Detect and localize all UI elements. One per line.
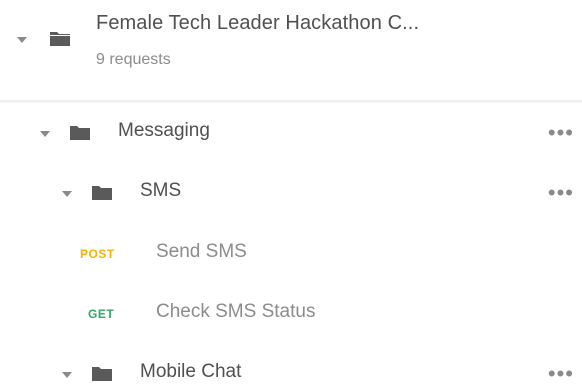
collection-title: Female Tech Leader Hackathon C... [96, 12, 420, 34]
chevron-down-icon[interactable] [17, 37, 27, 43]
folder-row-sms[interactable]: SMS ••• [0, 163, 582, 223]
collection-request-count: 9 requests [96, 51, 171, 68]
request-label: Check SMS Status [156, 301, 316, 322]
more-options-icon[interactable]: ••• [548, 182, 574, 204]
folder-label: Mobile Chat [140, 361, 242, 382]
chevron-down-icon[interactable] [62, 191, 72, 197]
folder-row-messaging[interactable]: Messaging ••• [0, 103, 582, 163]
folder-icon [70, 125, 90, 140]
request-row-send-sms[interactable]: POST Send SMS [0, 223, 582, 283]
chevron-down-icon[interactable] [62, 372, 72, 378]
method-badge-get: GET [88, 307, 115, 321]
folder-icon [92, 185, 112, 200]
collection-header[interactable]: Female Tech Leader Hackathon C... 9 requ… [0, 0, 582, 100]
folder-icon [92, 366, 112, 381]
collection-folder-icon [50, 31, 70, 46]
request-row-check-sms-status[interactable]: GET Check SMS Status [0, 283, 582, 343]
chevron-down-icon[interactable] [40, 131, 50, 137]
folder-label: SMS [140, 180, 182, 201]
folder-row-mobile-chat[interactable]: Mobile Chat ••• [0, 343, 582, 385]
request-label: Send SMS [156, 241, 247, 262]
method-badge-post: POST [80, 247, 115, 261]
more-options-icon[interactable]: ••• [548, 363, 574, 385]
more-options-icon[interactable]: ••• [548, 122, 574, 144]
folder-label: Messaging [118, 120, 210, 141]
collection-sidebar: Female Tech Leader Hackathon C... 9 requ… [0, 0, 582, 385]
